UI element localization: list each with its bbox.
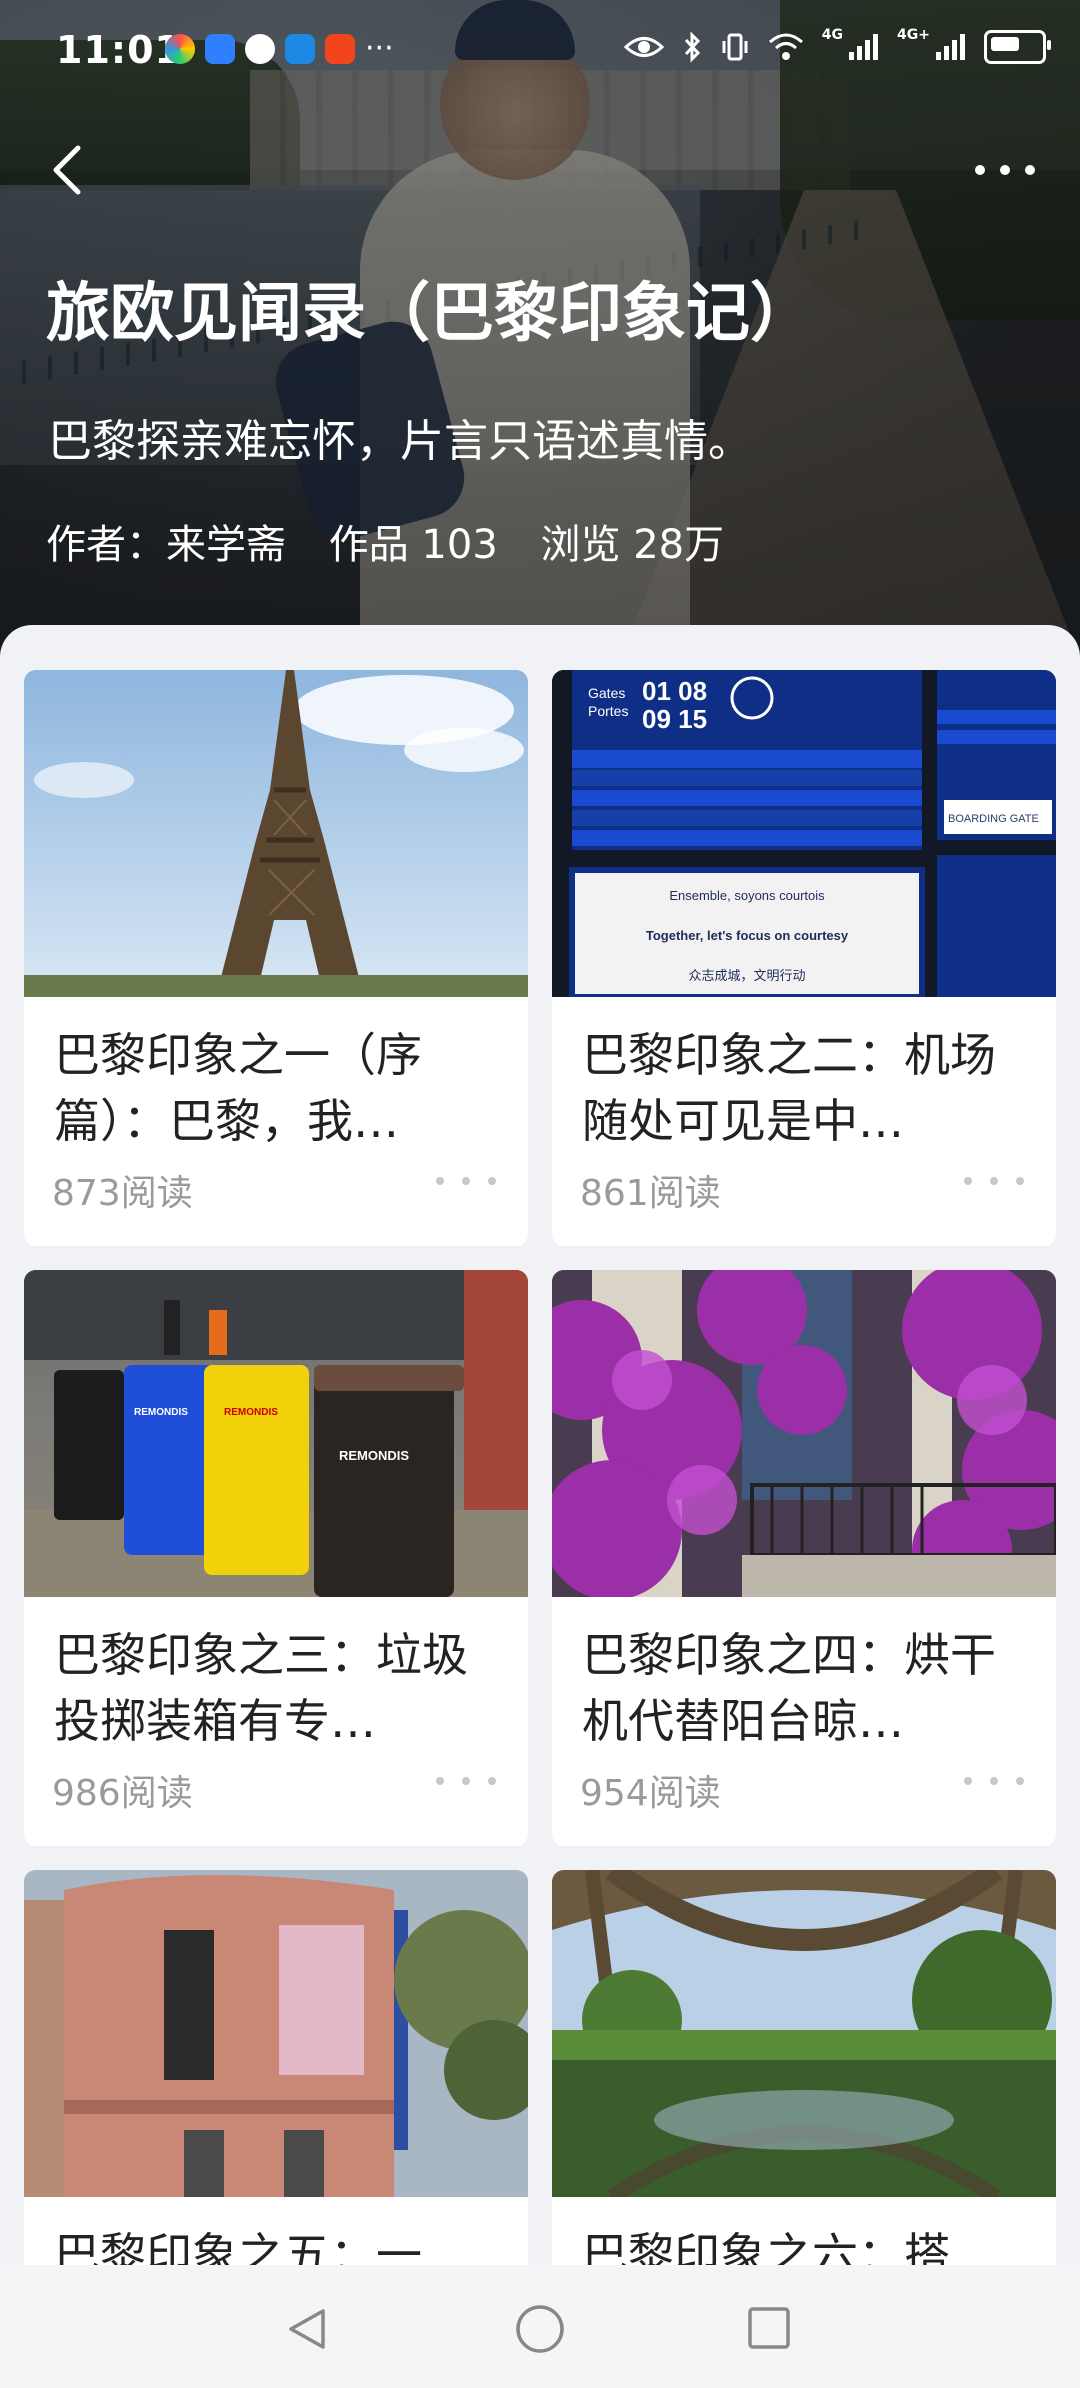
- article-title: 巴黎印象之三：垃圾投掷装箱有专…: [54, 1628, 468, 1748]
- collection-title: 旅欧见闻录（巴黎印象记）: [46, 277, 814, 351]
- article-more-icon[interactable]: [962, 1165, 1028, 1195]
- article-thumbnail: [24, 1870, 528, 2197]
- collection-header: 11:01 ··· 4G 4G+ 旅欧见闻录（巴黎印象记） 巴黎探亲难忘怀，片言…: [0, 0, 1080, 660]
- article-title: 巴黎印象之二：机场随处可见是中…: [582, 1028, 996, 1148]
- status-bar: 11:01 ··· 4G 4G+: [0, 0, 1080, 100]
- article-thumbnail: REMONDIS REMONDIS REMONDIS: [24, 1270, 528, 1597]
- collection-meta: 作者：来学斋 作品 103 浏览 28万: [46, 512, 724, 570]
- network-type-1: 4G: [821, 27, 844, 43]
- back-arrow-icon[interactable]: [40, 140, 100, 200]
- article-card[interactable]: REMONDIS REMONDIS REMONDIS 巴黎印象之三：垃圾投掷装箱…: [24, 1270, 528, 1846]
- nav-recents-icon[interactable]: [746, 2305, 792, 2351]
- article-grid: 巴黎印象之一（序篇）：巴黎，我… 873阅读 Gates Portes 01 0…: [0, 625, 1080, 2265]
- app-icon: [205, 34, 235, 64]
- bin-brand-label: REMONDIS: [224, 1407, 278, 1418]
- article-thumbnail: [552, 1270, 1056, 1597]
- notification-app-icons: ···: [165, 34, 395, 64]
- views-count: 浏览 28万: [540, 522, 725, 568]
- article-more-icon[interactable]: [434, 1165, 500, 1195]
- signal-icon: [936, 34, 965, 60]
- network-type-2: 4G+: [897, 27, 930, 43]
- article-more-icon[interactable]: [434, 1765, 500, 1795]
- board-time-1: 01 08: [642, 676, 707, 706]
- works-count: 作品 103: [328, 522, 498, 568]
- bluetooth-icon: [684, 31, 700, 63]
- notice-cn-text: 众志成城，文明行动: [688, 969, 805, 984]
- article-card[interactable]: 巴黎印象之四：烘干机代替阳台晾… 954阅读: [552, 1270, 1056, 1846]
- nav-home-icon[interactable]: [514, 2303, 566, 2355]
- app-icon: [325, 34, 355, 64]
- article-reads: 873阅读: [52, 1173, 193, 1214]
- article-thumbnail: [24, 670, 528, 997]
- article-card[interactable]: 巴黎印象之一（序篇）：巴黎，我… 873阅读: [24, 670, 528, 1246]
- system-navigation-bar: [0, 2265, 1080, 2388]
- battery-icon: [984, 30, 1051, 64]
- article-title: 巴黎印象之六：搭: [582, 2228, 950, 2265]
- notice-title-text: Ensemble, soyons courtois: [669, 888, 825, 903]
- system-icons: 4G 4G+: [623, 27, 1051, 64]
- bin-brand-label: REMONDIS: [134, 1407, 188, 1418]
- pink-building-image: [24, 1870, 528, 2197]
- app-icon: [165, 34, 195, 64]
- eye-icon: [623, 37, 664, 57]
- flower-balcony-image: [552, 1270, 1056, 1597]
- status-time: 11:01: [56, 28, 182, 72]
- wechat-icon: [245, 34, 275, 64]
- article-reads: 986阅读: [52, 1773, 193, 1814]
- signal-icon: [849, 34, 879, 60]
- app-icon: [285, 34, 315, 64]
- article-reads: 861阅读: [580, 1173, 721, 1214]
- airport-board-image: Gates Portes 01 08 09 15 BOARDING GATE E…: [552, 670, 1056, 997]
- article-title: 巴黎印象之四：烘干机代替阳台晾…: [582, 1628, 996, 1748]
- board-time-2: 09 15: [642, 704, 707, 734]
- article-title: 巴黎印象之一（序篇）：巴黎，我…: [54, 1028, 422, 1148]
- board-portes-label: Portes: [588, 703, 628, 719]
- article-card[interactable]: 巴黎印象之五：一: [24, 1870, 528, 2265]
- eiffel-pond-image: [552, 1870, 1056, 2197]
- article-card[interactable]: Gates Portes 01 08 09 15 BOARDING GATE E…: [552, 670, 1056, 1246]
- more-notifications-icon: ···: [365, 31, 394, 66]
- article-thumbnail: [552, 1870, 1056, 2197]
- board-gates-label: Gates: [588, 685, 625, 701]
- article-thumbnail: Gates Portes 01 08 09 15 BOARDING GATE E…: [552, 670, 1056, 997]
- bin-brand-label: REMONDIS: [339, 1448, 409, 1463]
- vibrate-icon: [722, 33, 748, 61]
- more-options-icon[interactable]: [970, 145, 1040, 195]
- recycling-bins-image: REMONDIS REMONDIS REMONDIS: [24, 1270, 528, 1597]
- article-reads: 954阅读: [580, 1773, 721, 1814]
- board-boarding-label: BOARDING GATE: [948, 813, 1039, 825]
- nav-back-icon[interactable]: [283, 2305, 331, 2353]
- article-card[interactable]: 巴黎印象之六：搭: [552, 1870, 1056, 2265]
- notice-en-text: Together, let's focus on courtesy: [646, 928, 849, 943]
- article-more-icon[interactable]: [962, 1765, 1028, 1795]
- article-title: 巴黎印象之五：一: [54, 2228, 422, 2265]
- collection-subtitle: 巴黎探亲难忘怀，片言只语述真情。: [48, 416, 752, 467]
- eiffel-tower-image: [24, 670, 528, 997]
- author-label[interactable]: 作者：来学斋: [46, 522, 286, 568]
- wifi-icon: [768, 33, 803, 60]
